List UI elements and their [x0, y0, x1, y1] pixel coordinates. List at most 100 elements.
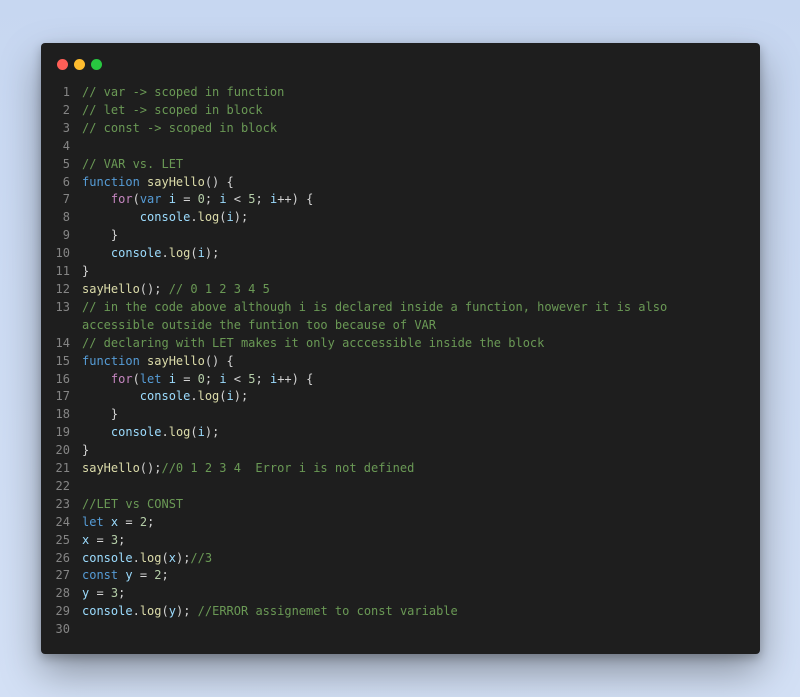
line-content: }	[82, 263, 760, 281]
line-content: y = 3;	[82, 585, 760, 603]
code-line: 19 console.log(i);	[41, 424, 760, 442]
code-line: 15 function sayHello() {	[41, 353, 760, 371]
line-content: sayHello();//0 1 2 3 4 Error i is not de…	[82, 460, 760, 478]
code-line: 30	[41, 621, 760, 639]
line-content	[82, 621, 760, 639]
line-content: console.log(i);	[82, 245, 760, 263]
code-token-plain: (	[190, 246, 198, 261]
code-line: 14 // declaring with LET makes it only ac…	[41, 335, 760, 353]
code-token-comment: // in the code above although i is decla…	[82, 299, 675, 332]
code-line: 13 // in the code above although i is dec…	[41, 299, 760, 335]
code-token-plain: =	[89, 586, 111, 601]
code-token-plain: (	[219, 210, 227, 225]
code-token-num: 0	[197, 371, 205, 386]
code-token-func: log	[139, 550, 162, 565]
line-content: //LET vs CONST	[82, 496, 760, 514]
line-content: console.log(y); //ERROR assignemet to co…	[82, 603, 760, 621]
line-content: console.log(i);	[82, 424, 760, 442]
line-content	[82, 138, 760, 156]
code-line: 9 }	[41, 227, 760, 245]
line-number: 10	[55, 246, 70, 261]
code-token-plain: =	[175, 192, 198, 207]
code-token-keyword: const	[82, 568, 126, 583]
code-line: 24 let x = 2;	[41, 514, 760, 532]
code-line: 22	[41, 478, 760, 496]
close-button[interactable]	[57, 59, 68, 70]
code-token-num: 5	[248, 192, 256, 207]
code-line: 11}	[41, 263, 760, 281]
code-token-keyword: var	[139, 192, 169, 207]
line-number: 9	[62, 228, 70, 243]
line-content: console.log(i);	[82, 388, 760, 406]
code-token-num: 5	[248, 371, 256, 386]
line-number: 15	[55, 353, 70, 368]
code-token-plain: ;	[118, 532, 126, 547]
code-line: 10 console.log(i);	[41, 245, 760, 263]
minimize-button[interactable]	[74, 59, 85, 70]
line-content: }	[82, 442, 760, 460]
code-token-plain: ;	[147, 514, 155, 529]
code-token-plain: );	[233, 210, 249, 225]
code-token-plain: .	[190, 389, 198, 404]
line-content: for(var i = 0; i < 5; i++) {	[82, 191, 760, 209]
line-number: 4	[62, 138, 70, 153]
window-titlebar	[41, 43, 760, 83]
line-number: 19	[55, 425, 70, 440]
code-line: 7 for(var i = 0; i < 5; i++) {	[41, 191, 760, 209]
code-line: 16 for(let i = 0; i < 5; i++) {	[41, 371, 760, 389]
code-editor[interactable]: 1 // var -> scoped in function 2 // let -> …	[41, 84, 760, 639]
line-content: console.log(x);//3	[82, 550, 760, 568]
line-number: 24	[55, 514, 70, 529]
code-line: 18 }	[41, 406, 760, 424]
code-line: 28 y = 3;	[41, 585, 760, 603]
code-line: 8 console.log(i);	[41, 209, 760, 227]
code-token-var: i	[219, 371, 227, 386]
line-number: 13	[55, 299, 70, 314]
maximize-button[interactable]	[91, 59, 102, 70]
line-content: const y = 2;	[82, 567, 760, 585]
line-content: sayHello(); // 0 1 2 3 4 5	[82, 281, 760, 299]
line-content: x = 3;	[82, 532, 760, 550]
code-token-plain: () {	[204, 353, 234, 368]
code-token-var: x	[168, 550, 176, 565]
line-content: // VAR vs. LET	[82, 156, 760, 174]
code-token-plain: );	[175, 550, 191, 565]
code-token-var: i	[219, 192, 227, 207]
code-token-keyword: let	[139, 371, 169, 386]
code-token-func: log	[139, 604, 162, 619]
code-token-plain: }	[82, 228, 119, 243]
code-token-plain: (	[219, 389, 227, 404]
line-content: // declaring with LET makes it only accc…	[82, 335, 760, 353]
code-token-func: sayHello	[82, 461, 140, 476]
code-token-var: i	[197, 425, 205, 440]
code-token-comment: //ERROR assignemet to const variable	[197, 604, 458, 619]
line-number: 7	[62, 192, 70, 207]
code-token-plain: <	[226, 192, 249, 207]
line-content: }	[82, 227, 760, 245]
line-number: 12	[55, 281, 70, 296]
line-content: }	[82, 406, 760, 424]
code-token-plain: ();	[139, 461, 162, 476]
line-content: for(let i = 0; i < 5; i++) {	[82, 371, 760, 389]
line-number: 27	[55, 568, 70, 583]
code-token-var: console	[110, 425, 162, 440]
code-token-var: i	[226, 210, 234, 225]
code-token-plain: =	[89, 532, 111, 547]
line-content: function sayHello() {	[82, 353, 760, 371]
line-number: 11	[55, 264, 70, 279]
code-token-var: y	[125, 568, 133, 583]
code-token-plain: );	[233, 389, 249, 404]
code-token-var: i	[168, 371, 176, 386]
line-content	[82, 478, 760, 496]
line-number: 17	[55, 389, 70, 404]
line-number: 28	[55, 586, 70, 601]
code-token-var: console	[139, 389, 191, 404]
code-line: 4	[41, 138, 760, 156]
code-token-plain: }	[82, 443, 90, 458]
code-token-plain: );	[204, 246, 220, 261]
code-token-var: console	[82, 604, 133, 619]
line-content: console.log(i);	[82, 209, 760, 227]
